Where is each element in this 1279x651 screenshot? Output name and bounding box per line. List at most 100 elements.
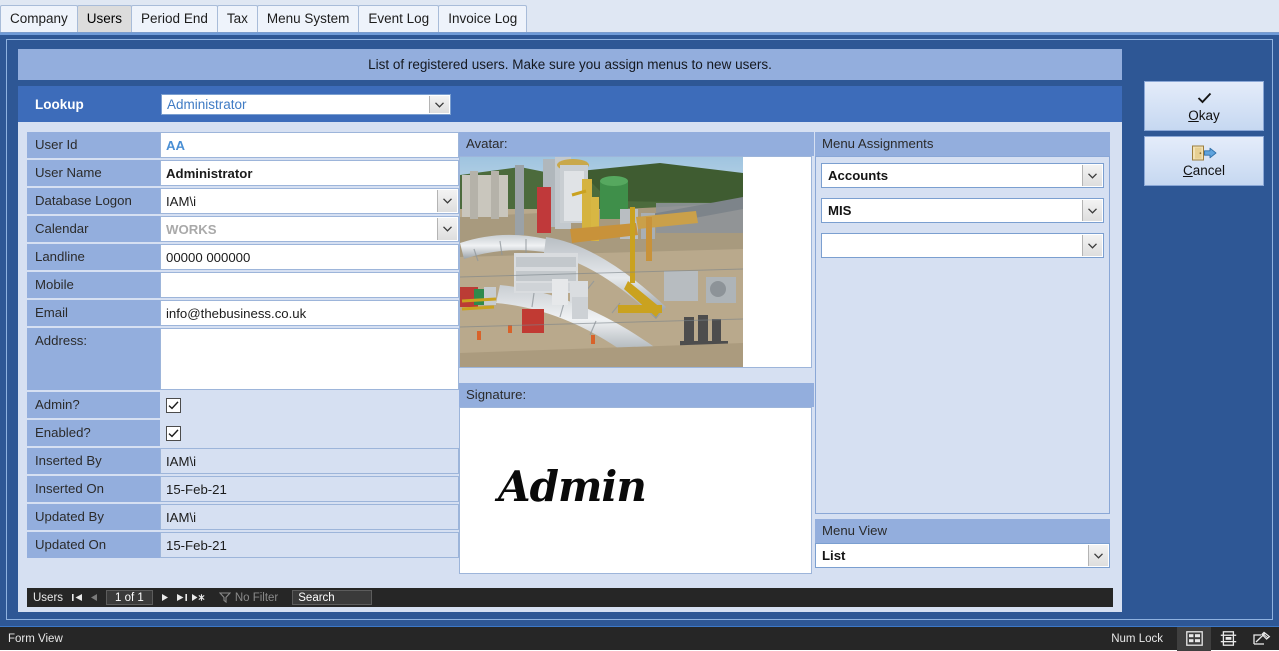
chevron-down-icon[interactable] [1082,200,1102,221]
chevron-down-icon[interactable] [437,218,457,240]
previous-record-button[interactable] [86,589,103,606]
layout-view-icon[interactable] [1211,627,1245,651]
field-value: 15-Feb-21 [166,537,227,553]
field-value [160,420,459,446]
field-value: IAM\i [166,509,197,525]
field-input[interactable]: IAM\i [160,448,459,474]
chevron-down-icon[interactable] [1082,235,1102,256]
field-label: Landline [27,244,160,270]
form-row: Calendar WORKS [27,216,459,242]
field-value: WORKS [166,221,217,237]
field-value: IAM\i [166,453,197,469]
record-position-input[interactable]: 1 of 1 [106,590,153,605]
okay-label-rest: kay [1198,107,1220,123]
chevron-down-icon[interactable] [1088,545,1108,566]
field-label: Admin? [27,392,160,418]
field-value: 15-Feb-21 [166,481,227,497]
signature-text: Admin [498,462,647,511]
banner-text: List of registered users. Make sure you … [368,57,772,72]
search-input[interactable]: Search [292,590,373,605]
menu-view-combo[interactable]: List [815,543,1110,568]
form-view-icon[interactable] [1177,626,1211,651]
field-input[interactable]: 15-Feb-21 [160,476,459,502]
checkbox-admin[interactable] [166,397,181,413]
form-row: Address: [27,328,459,390]
form-row: Landline 00000 000000 [27,244,459,270]
field-input[interactable]: Administrator [160,160,459,186]
banner: List of registered users. Make sure you … [18,49,1122,80]
lookup-label: Lookup [35,97,84,112]
form-row: Mobile [27,272,459,298]
last-record-button[interactable] [173,589,190,606]
field-label: Mobile [27,272,160,298]
okay-button[interactable]: Okay [1144,81,1264,131]
field-label: Inserted On [27,476,160,502]
menu-assignment-combo[interactable]: Accounts [821,163,1104,188]
tab-menu-system[interactable]: Menu System [256,5,360,32]
field-value: info@thebusiness.co.uk [166,305,307,321]
new-record-button[interactable] [190,589,207,606]
media-column: Avatar: Signature: Admin [459,132,814,574]
tab-event-log[interactable]: Event Log [358,5,440,32]
record-nav-label: Users [33,591,64,604]
status-view-label: Form View [8,632,63,645]
tab-tax[interactable]: Tax [216,5,258,32]
menu-assignments-heading: Menu Assignments [815,132,1110,156]
lookup-combo[interactable]: Administrator [161,94,451,115]
tab-users[interactable]: Users [76,5,133,32]
tab-period-end[interactable]: Period End [131,5,218,32]
first-record-button[interactable] [69,589,86,606]
signature-image-box[interactable]: Admin [459,407,812,574]
lookup-value: Administrator [167,97,247,112]
form-row: Updated By IAM\i [27,504,459,530]
form-row: Email info@thebusiness.co.uk [27,300,459,326]
menu-view-value: List [822,548,846,563]
field-value: Administrator [166,165,253,181]
form-row: Admin? [27,392,459,418]
field-input[interactable]: IAM\i [160,504,459,530]
field-input[interactable]: 15-Feb-21 [160,532,459,558]
next-record-button[interactable] [156,589,173,606]
form-window-frame: List of registered users. Make sure you … [0,33,1279,626]
status-bar: Form View Num Lock [0,626,1279,651]
record-navigation-bar: Users 1 of 1 No Filter Search [27,588,1113,607]
cancel-button[interactable]: Cancel [1144,136,1264,186]
field-input[interactable]: info@thebusiness.co.uk [160,300,459,326]
field-combo[interactable]: WORKS [160,216,459,242]
menu-assignment-combo[interactable]: MIS [821,198,1104,223]
cancel-button-label: Cancel [1183,163,1225,178]
tab-company[interactable]: Company [0,5,78,32]
menu-assignment-value: MIS [828,203,852,218]
field-list: User Id AA User Name Administrator Database … [27,132,459,560]
field-input[interactable] [160,272,459,298]
menu-assignments-panel: Accounts MIS [815,156,1110,514]
field-input[interactable]: AA [160,132,459,158]
chevron-down-icon[interactable] [429,96,449,113]
filter-icon [218,592,231,603]
field-label: Inserted By [27,448,160,474]
menu-assignment-combo[interactable] [821,233,1104,258]
okay-accel: O [1188,107,1199,123]
checkbox-enabled[interactable] [166,425,181,441]
field-textarea[interactable] [160,328,459,390]
field-label: Calendar [27,216,160,242]
field-combo[interactable]: IAM\i [160,188,459,214]
avatar-image-box[interactable] [459,156,812,368]
status-right-group: Num Lock [1111,626,1279,651]
chevron-down-icon[interactable] [1082,165,1102,186]
form-row: User Name Administrator [27,160,459,186]
field-input[interactable]: 00000 000000 [160,244,459,270]
num-lock-indicator: Num Lock [1111,632,1163,645]
okay-button-label: Okay [1188,108,1220,123]
form-row: Inserted By IAM\i [27,448,459,474]
design-view-icon[interactable] [1245,627,1279,651]
menu-assignment-value: Accounts [828,168,889,183]
field-value: IAM\i [166,193,197,209]
form-row: User Id AA [27,132,459,158]
tab-invoice-log[interactable]: Invoice Log [438,5,528,32]
filter-status[interactable]: No Filter [218,592,278,604]
cancel-label-rest: ancel [1192,162,1226,178]
chevron-down-icon[interactable] [437,190,457,212]
field-label: User Id [27,132,160,158]
signature-heading: Signature: [459,383,814,407]
